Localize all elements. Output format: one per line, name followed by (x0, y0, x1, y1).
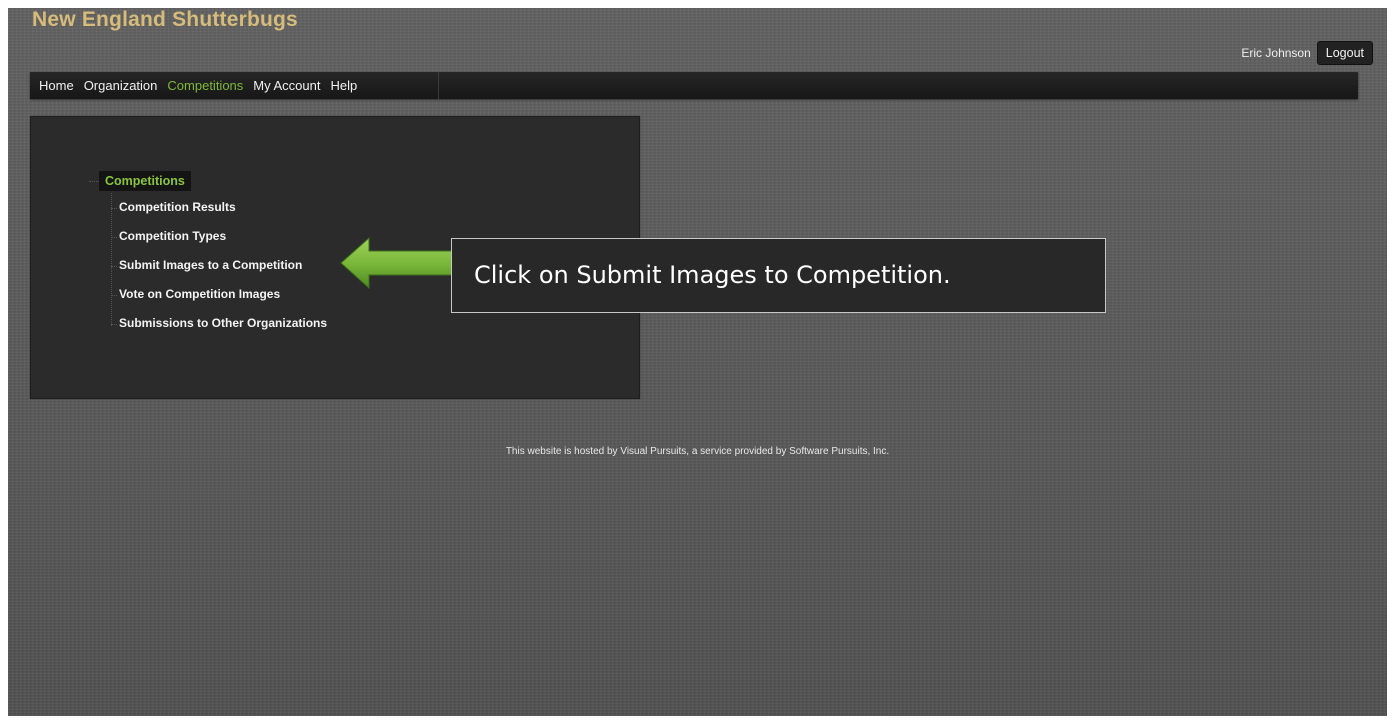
footer-text: This website is hosted by Visual Pursuit… (505, 446, 890, 457)
tree-children: Competition Results Competition Types Su… (111, 193, 327, 338)
tree-item-submissions-other-orgs[interactable]: Submissions to Other Organizations (111, 309, 327, 338)
nav-item-help[interactable]: Help (325, 72, 362, 99)
nav-menu: Home Organization Competitions My Accoun… (30, 72, 439, 99)
instruction-callout: Click on Submit Images to Competition. (451, 238, 1106, 313)
nav-item-home[interactable]: Home (30, 72, 79, 99)
tree-root-competitions[interactable]: Competitions (89, 171, 191, 191)
tree-item-competition-types[interactable]: Competition Types (111, 222, 327, 251)
user-area: Eric Johnson Logout (1241, 40, 1373, 66)
nav-item-my-account[interactable]: My Account (248, 72, 325, 99)
site-title[interactable]: New England Shutterbugs (32, 8, 298, 32)
tree-item-submit-images[interactable]: Submit Images to a Competition (111, 251, 327, 280)
nav-item-competitions[interactable]: Competitions (162, 72, 248, 99)
nav-item-organization[interactable]: Organization (79, 72, 163, 99)
user-name[interactable]: Eric Johnson (1241, 46, 1310, 60)
left-arrow-icon (340, 236, 456, 290)
tree-item-competition-results[interactable]: Competition Results (111, 193, 327, 222)
tree-item-vote-on-images[interactable]: Vote on Competition Images (111, 280, 327, 309)
competitions-tree: Competitions Competition Results Competi… (89, 171, 327, 338)
main-nav: Home Organization Competitions My Accoun… (30, 72, 1358, 99)
logout-button[interactable]: Logout (1316, 41, 1373, 65)
